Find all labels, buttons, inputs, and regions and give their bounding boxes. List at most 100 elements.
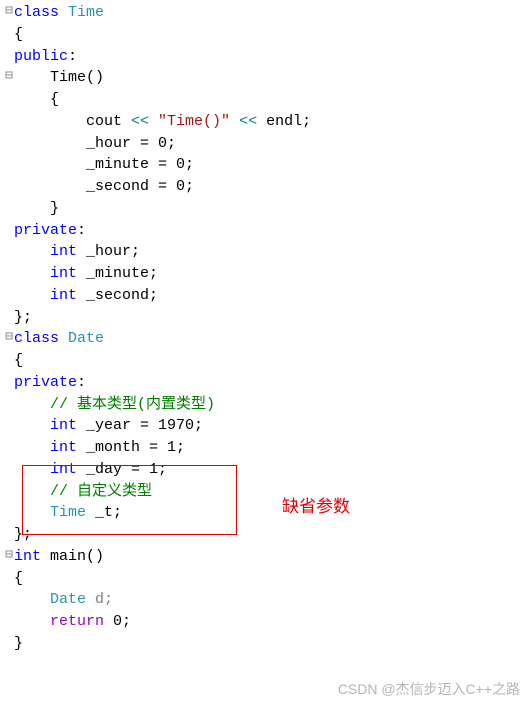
keyword-int: int [50, 461, 77, 478]
operator: << [131, 113, 149, 130]
keyword-int: int [50, 287, 77, 304]
identifier: cout [86, 113, 131, 130]
gutter [4, 502, 14, 521]
brace: } [14, 635, 23, 652]
gutter [4, 437, 14, 456]
code-line: int _second; [4, 285, 532, 307]
access-specifier: private [14, 222, 77, 239]
gutter [4, 307, 14, 326]
fold-icon: ⊟ [4, 328, 14, 347]
member-decl: _year = 1970; [77, 417, 203, 434]
type-name: Time [68, 4, 104, 21]
member-decl: _t; [86, 504, 122, 521]
code-line: Date d; [4, 589, 532, 611]
gutter [4, 46, 14, 65]
keyword-int: int [50, 439, 77, 456]
constructor-name: Time [50, 69, 86, 86]
keyword-int: int [50, 417, 77, 434]
fold-icon: ⊟ [4, 67, 14, 86]
code-line: { [4, 350, 532, 372]
keyword-int: int [50, 243, 77, 260]
access-specifier: public [14, 48, 68, 65]
class-close: }; [14, 309, 32, 326]
type-name: Time [50, 504, 86, 521]
operator: << [239, 113, 257, 130]
code-line: return 0; [4, 611, 532, 633]
gutter [4, 220, 14, 239]
gutter [4, 133, 14, 152]
gutter [4, 89, 14, 108]
code-line: _second = 0; [4, 176, 532, 198]
keyword: class [14, 4, 59, 21]
code-block: ⊟class Time { public: ⊟ Time() { cout <<… [0, 0, 532, 657]
member-decl: _minute; [77, 265, 158, 282]
keyword-return: return [50, 613, 104, 630]
gutter [4, 176, 14, 195]
colon: : [77, 222, 86, 239]
code-line: ⊟ Time() [4, 67, 532, 89]
keyword-int: int [50, 265, 77, 282]
gutter [4, 372, 14, 391]
keyword-int: int [14, 548, 41, 565]
parens: () [86, 548, 104, 565]
member-assign: _minute = 0; [86, 156, 194, 173]
colon: : [68, 48, 77, 65]
code-line: // 自定义类型 [4, 481, 532, 503]
code-line: }; [4, 307, 532, 329]
gutter [4, 524, 14, 543]
code-line: _hour = 0; [4, 133, 532, 155]
fold-icon: ⊟ [4, 2, 14, 21]
brace: { [14, 352, 23, 369]
member-decl: _second; [77, 287, 158, 304]
gutter [4, 568, 14, 587]
type-name: Date [68, 330, 104, 347]
member-decl: _hour; [77, 243, 140, 260]
fold-icon: ⊟ [4, 546, 14, 565]
comment: // 自定义类型 [50, 483, 152, 500]
code-line: { [4, 568, 532, 590]
gutter [4, 481, 14, 500]
code-line: int _day = 1; [4, 459, 532, 481]
code-line: int _hour; [4, 241, 532, 263]
gutter [4, 24, 14, 43]
code-line: ⊟int main() [4, 546, 532, 568]
member-assign: _second = 0; [86, 178, 194, 195]
keyword: class [14, 330, 59, 347]
code-line: public: [4, 46, 532, 68]
gutter [4, 111, 14, 130]
code-line: } [4, 198, 532, 220]
comment: // 基本类型(内置类型) [50, 396, 215, 413]
member-decl: _day = 1; [77, 461, 167, 478]
code-line: private: [4, 372, 532, 394]
gutter [4, 154, 14, 173]
gutter [4, 394, 14, 413]
class-close: }; [14, 526, 32, 543]
gutter [4, 198, 14, 217]
code-line: ⊟class Date [4, 328, 532, 350]
gutter [4, 350, 14, 369]
code-line: int _minute; [4, 263, 532, 285]
local-var: d; [86, 591, 113, 608]
code-line: { [4, 24, 532, 46]
code-line: Time _t; [4, 502, 532, 524]
code-line: _minute = 0; [4, 154, 532, 176]
code-line: } [4, 633, 532, 655]
gutter [4, 611, 14, 630]
string-literal: "Time()" [149, 113, 239, 130]
member-assign: _hour = 0; [86, 135, 176, 152]
gutter [4, 459, 14, 478]
code-line: { [4, 89, 532, 111]
gutter [4, 589, 14, 608]
return-value: 0; [104, 613, 131, 630]
gutter [4, 241, 14, 260]
gutter [4, 415, 14, 434]
type-name: Date [50, 591, 86, 608]
code-line: // 基本类型(内置类型) [4, 394, 532, 416]
code-line: int _year = 1970; [4, 415, 532, 437]
member-decl: _month = 1; [77, 439, 185, 456]
code-line: }; [4, 524, 532, 546]
code-line: ⊟class Time [4, 2, 532, 24]
brace: { [14, 570, 23, 587]
function-name: main [41, 548, 86, 565]
access-specifier: private [14, 374, 77, 391]
